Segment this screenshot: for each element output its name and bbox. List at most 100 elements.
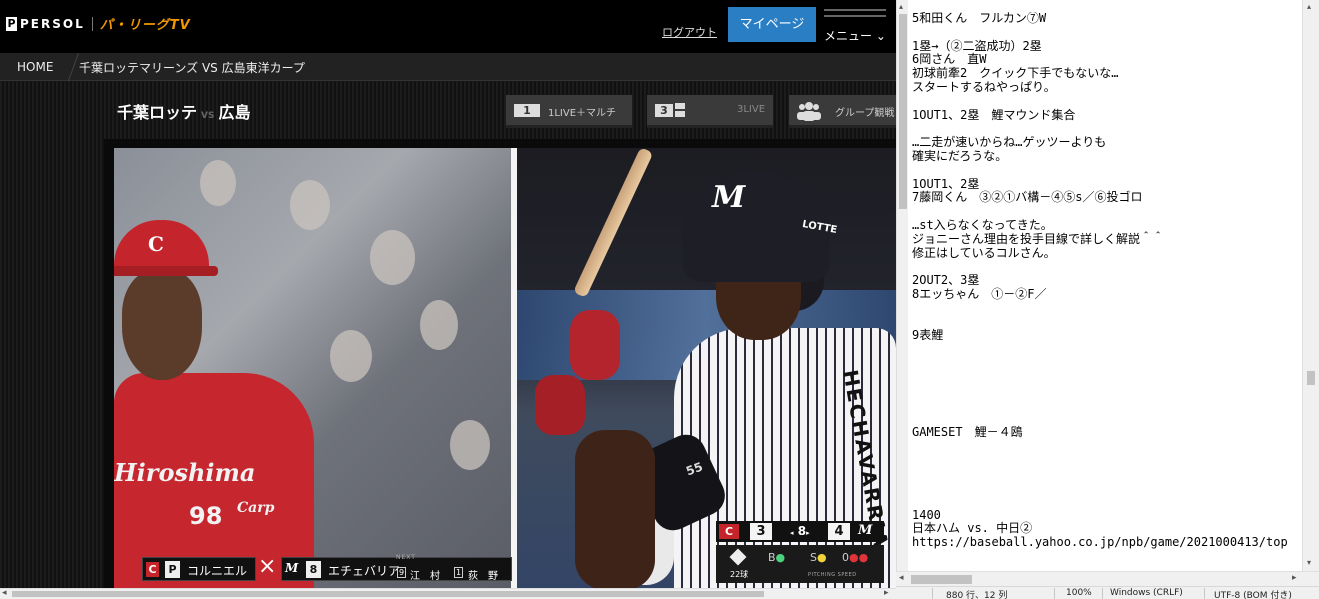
site-header: P PERSOL パ・リーグTV ログアウト マイページ メニュー ⌄ [0, 0, 896, 53]
line-ending: Windows (CRLF) [1110, 588, 1183, 598]
scroll-down-icon[interactable]: ▾ [1307, 558, 1311, 567]
breadcrumb-home-link[interactable]: HOME [17, 60, 53, 74]
inning-number: 8 [797, 524, 807, 538]
logo-divider [91, 16, 93, 31]
text-line: 1塁→（②二盗成功）2塁 [912, 38, 1042, 53]
ball-count: B● [768, 551, 786, 564]
breadcrumb-current: 千葉ロッテマリーンズ VS 広島東洋カープ [79, 61, 305, 75]
crowd-figure [290, 180, 330, 230]
text-line [912, 440, 1304, 454]
away-score: 3 [750, 523, 772, 540]
pitcher-position: P [165, 561, 180, 578]
lineup-overlay: C P コルニエル × M 8 エチェバリア NEXT 9 江 村 1 荻 野 [142, 554, 512, 582]
batting-glove [535, 375, 585, 435]
notepad-window: 5和田くん フルカン⑦W 1塁→（②二盗成功）2塁 6岡さん 直W 初球前牽2 クイッ… [896, 0, 1319, 599]
crowd-figure [370, 230, 415, 285]
notepad-horizontal-scrollbar[interactable]: ◂ ▸ [896, 571, 1319, 586]
notepad-vertical-scrollbar[interactable]: ▴ ▾ [1302, 0, 1319, 571]
text-line [912, 357, 1304, 371]
group-people-icon [797, 102, 821, 121]
notepad-text-area[interactable]: 5和田くん フルカン⑦W 1塁→（②二盗成功）2塁 6岡さん 直W 初球前牽2 クイッ… [912, 12, 1304, 572]
crowd-figure [420, 300, 458, 350]
text-line: 修正はしているコルさん。 [912, 245, 1056, 260]
scoreboard-overlay: C 3 ◂ 8▸ 4 M B● S● 0●● 22球 PITCHING SPEE… [716, 521, 884, 583]
mypage-button[interactable]: マイページ [728, 7, 816, 42]
view-label: 3LIVE [737, 104, 766, 115]
jersey-script: Hiroshima [114, 458, 256, 487]
menu-button[interactable]: メニュー ⌄ [824, 7, 888, 47]
scroll-left-icon[interactable]: ◂ [2, 588, 7, 598]
scroll-right-icon[interactable]: ▸ [1292, 573, 1297, 583]
browser-horizontal-scrollbar[interactable]: ◂ ▸ [0, 588, 896, 599]
vs-label: VS [201, 111, 215, 121]
chevron-down-icon: ⌄ [875, 29, 886, 43]
group-watch-button[interactable]: グループ観戦 [789, 95, 896, 128]
view-number-badge: 3 [655, 104, 673, 117]
cursor-position: 880 行、12 列 [946, 591, 1008, 599]
text-line: 8エッちゃん ①－②F／ [912, 286, 1047, 301]
text-line: …st入らなくなってきた。 [912, 217, 1053, 232]
scroll-right-icon[interactable]: ▸ [884, 588, 889, 598]
versus-x-icon: × [258, 554, 277, 579]
strike-count: S● [810, 551, 827, 564]
text-line: スタートするねやっぱり。 [912, 79, 1056, 94]
view-label: 1LIVE＋マルチ [548, 108, 617, 119]
zoom-level: 100% [1066, 588, 1092, 598]
persol-logo-icon: P [6, 16, 17, 31]
crowd-figure [330, 330, 372, 382]
scrollbar-thumb[interactable] [12, 591, 764, 597]
logout-link[interactable]: ログアウト [662, 24, 717, 40]
text-line: 9表鯉 [912, 328, 944, 343]
scrollbar-thumb[interactable] [1307, 371, 1315, 385]
text-line: 確実にだろうな。 [912, 148, 1008, 163]
breadcrumb-separator [58, 53, 80, 81]
jersey-number: 98 [189, 502, 223, 530]
text-line [912, 385, 1304, 399]
inning-indicator: ◂ 8▸ [790, 524, 810, 538]
text-line: GAMESET 鯉－４鴎 [912, 424, 1023, 439]
text-line [912, 467, 1304, 481]
split-view-icon [675, 103, 685, 117]
pitch-count: 22球 [730, 570, 749, 579]
batter-order: 8 [306, 561, 321, 578]
menu-bars-icon [824, 9, 886, 21]
scroll-up-icon[interactable]: ▴ [899, 2, 903, 11]
batter-name: エチェバリア [328, 564, 401, 578]
text-line [912, 316, 1304, 330]
browser-vertical-scrollbar[interactable]: ▴ ▾ [896, 0, 908, 588]
encoding: UTF-8 (BOM 付き) [1214, 591, 1292, 599]
home-score: 4 [828, 523, 850, 540]
left-player-face [122, 270, 202, 380]
logo-text: PERSOL [20, 16, 85, 31]
text-line [912, 260, 1304, 274]
score-row: C 3 ◂ 8▸ 4 M [716, 521, 884, 542]
pitching-speed-label: PITCHING SPEED [808, 572, 857, 578]
view-label: グループ観戦 [835, 108, 895, 119]
menu-label: メニュー [824, 29, 873, 43]
text-line [912, 26, 1304, 40]
left-player-cap-brim [114, 266, 218, 276]
marines-logo-icon: M [858, 523, 873, 538]
scroll-up-icon[interactable]: ▴ [1307, 2, 1311, 11]
site-logo[interactable]: P PERSOL パ・リーグTV [6, 14, 191, 33]
text-line: 日本ハム vs. 中日② [912, 521, 1033, 536]
carp-logo-icon: C [146, 562, 159, 577]
scrollbar-thumb[interactable] [899, 14, 907, 209]
jersey-sleeve-logo: Carp [237, 500, 275, 516]
away-team-name: 広島 [218, 103, 251, 122]
batting-glove [570, 310, 620, 380]
scrollbar-thumb[interactable] [911, 575, 972, 584]
count-row: B● S● 0●● 22球 PITCHING SPEED [716, 545, 884, 583]
text-line: 2OUT2、3塁 [912, 273, 980, 288]
view-1live-multi-button[interactable]: 1 1LIVE＋マルチ [506, 95, 632, 128]
text-line [912, 495, 1304, 509]
text-line [912, 412, 1304, 426]
next-batter-order: 1 [454, 567, 463, 578]
pitcher-name: コルニエル [187, 564, 248, 578]
next-batter-name: 荻 野 [468, 571, 498, 582]
view-3live-button[interactable]: 3 3LIVE [647, 95, 773, 128]
notepad-status-bar: 880 行、12 列 100% Windows (CRLF) UTF-8 (BO… [896, 586, 1319, 599]
text-line [912, 205, 1304, 219]
scroll-left-icon[interactable]: ◂ [899, 573, 904, 583]
helmet-logo: M [712, 180, 746, 215]
